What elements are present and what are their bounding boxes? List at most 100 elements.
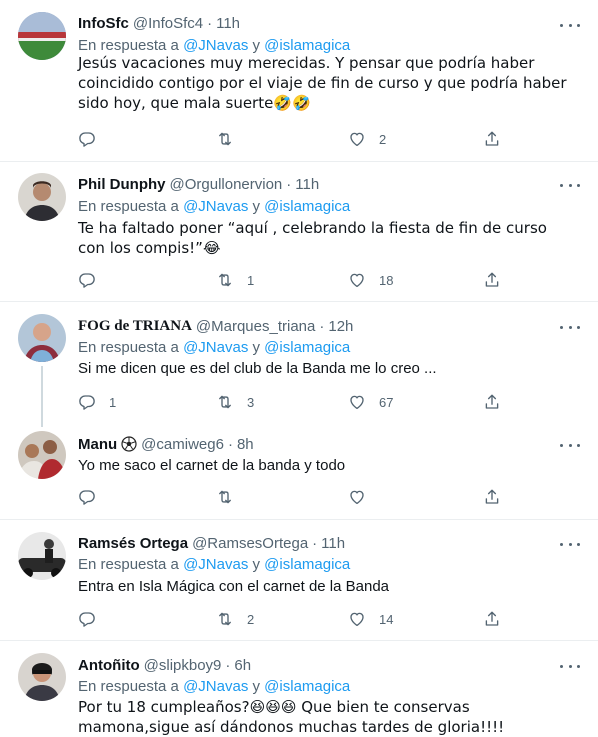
reply-prefix: En respuesta a — [78, 556, 179, 573]
like-button[interactable]: 18 — [348, 270, 393, 290]
reply-context: En respuesta a @JNavas y @islamagica — [78, 556, 350, 573]
retweet-button[interactable] — [216, 487, 247, 507]
reply-context: En respuesta a @JNavas y @islamagica — [78, 198, 350, 215]
display-name[interactable]: Antoñito — [78, 657, 140, 674]
display-name[interactable]: FOG de TRIANA — [78, 318, 192, 335]
reply-button[interactable] — [78, 487, 109, 507]
more-icon[interactable] — [560, 178, 580, 192]
mention-link[interactable]: @JNavas — [183, 556, 248, 573]
share-button[interactable] — [483, 392, 501, 412]
share-icon — [483, 610, 501, 628]
timestamp[interactable]: 11h — [216, 15, 240, 32]
like-button[interactable]: 67 — [348, 392, 393, 412]
share-button[interactable] — [483, 129, 501, 149]
share-button[interactable] — [483, 270, 501, 290]
reply-icon — [78, 393, 96, 411]
mention-link[interactable]: @islamagica — [264, 678, 350, 695]
more-icon[interactable] — [560, 320, 580, 334]
tweet[interactable]: FOG de TRIANA @Marques_triana · 12h En r… — [0, 302, 598, 427]
like-button[interactable]: 2 — [348, 129, 386, 149]
soccer-ball-icon — [121, 436, 137, 452]
avatar[interactable] — [18, 653, 66, 701]
avatar[interactable] — [18, 314, 66, 362]
mention-link[interactable]: @islamagica — [264, 556, 350, 573]
mention-link[interactable]: @islamagica — [264, 37, 350, 54]
reply-icon — [78, 488, 96, 506]
more-icon[interactable] — [560, 537, 580, 551]
avatar[interactable] — [18, 12, 66, 60]
like-button[interactable]: 14 — [348, 609, 393, 629]
retweet-button[interactable] — [216, 129, 247, 149]
tweet[interactable]: Phil Dunphy @Orgullonervion · 11h En res… — [0, 162, 598, 300]
reply-button[interactable] — [78, 270, 109, 290]
tweet[interactable]: Antoñito @slipkboy9 · 6h En respuesta a … — [0, 641, 598, 737]
user-handle[interactable]: @InfoSfc4 — [133, 15, 203, 32]
retweet-count: 1 — [247, 272, 255, 288]
avatar[interactable] — [18, 431, 66, 479]
more-icon[interactable] — [560, 18, 580, 32]
timestamp[interactable]: 11h — [295, 176, 319, 193]
display-name[interactable]: InfoSfc — [78, 15, 129, 32]
mention-link[interactable]: @JNavas — [183, 339, 248, 356]
share-icon — [483, 393, 501, 411]
user-handle[interactable]: @Marques_triana — [196, 318, 315, 335]
mention-link[interactable]: @islamagica — [264, 339, 350, 356]
and-word: y — [252, 556, 261, 573]
like-icon — [348, 610, 366, 628]
avatar[interactable] — [18, 532, 66, 580]
retweet-button[interactable]: 3 — [216, 392, 254, 412]
separator-dot: · — [312, 534, 318, 552]
tweet-text: Entra en Isla Mágica con el carnet de la… — [78, 578, 390, 595]
mention-link[interactable]: @islamagica — [264, 198, 350, 215]
share-icon — [483, 271, 501, 289]
user-handle[interactable]: @Orgullonervion — [170, 176, 283, 193]
reply-button[interactable]: 1 — [78, 392, 116, 412]
reply-icon — [78, 610, 96, 628]
tweet-text: Jesús vacaciones muy merecidas. Y pensar… — [78, 54, 567, 112]
mention-link[interactable]: @JNavas — [183, 678, 248, 695]
retweet-icon — [216, 271, 234, 289]
like-icon — [348, 488, 366, 506]
user-handle[interactable]: @camiweg6 — [141, 436, 224, 453]
user-handle[interactable]: @RamsesOrtega — [192, 535, 308, 552]
avatar[interactable] — [18, 173, 66, 221]
more-icon[interactable] — [560, 659, 580, 673]
and-word: y — [252, 339, 261, 356]
retweet-button[interactable]: 1 — [216, 270, 254, 290]
tweet[interactable]: Manu @camiweg6 · 8h Yo me saco el carnet… — [0, 427, 598, 519]
timestamp[interactable]: 8h — [237, 436, 254, 453]
timestamp[interactable]: 6h — [234, 657, 251, 674]
and-word: y — [252, 37, 261, 54]
reply-button[interactable] — [78, 609, 109, 629]
like-count: 67 — [379, 394, 394, 410]
share-button[interactable] — [483, 609, 501, 629]
retweet-icon — [216, 610, 234, 628]
mention-link[interactable]: @JNavas — [183, 198, 248, 215]
reply-context: En respuesta a @JNavas y @islamagica — [78, 37, 350, 54]
like-button[interactable] — [348, 487, 379, 507]
reply-prefix: En respuesta a — [78, 678, 179, 695]
tweet[interactable]: InfoSfc @InfoSfc4 · 11h En respuesta a @… — [0, 0, 598, 160]
like-icon — [348, 393, 366, 411]
share-button[interactable] — [483, 487, 501, 507]
reply-button[interactable] — [78, 129, 109, 149]
separator-dot: · — [207, 14, 213, 32]
display-name[interactable]: Phil Dunphy — [78, 176, 166, 193]
display-name[interactable]: Ramsés Ortega — [78, 535, 188, 552]
separator-dot: · — [225, 656, 231, 674]
timestamp[interactable]: 12h — [328, 318, 353, 335]
tweet[interactable]: Ramsés Ortega @RamsesOrtega · 11h En res… — [0, 520, 598, 640]
reply-icon — [78, 130, 96, 148]
separator-dot: · — [319, 317, 325, 335]
reply-prefix: En respuesta a — [78, 339, 179, 356]
more-icon[interactable] — [560, 438, 580, 452]
reply-context: En respuesta a @JNavas y @islamagica — [78, 339, 350, 356]
timestamp[interactable]: 11h — [321, 535, 345, 552]
display-name[interactable]: Manu — [78, 436, 117, 453]
mention-link[interactable]: @JNavas — [183, 37, 248, 54]
and-word: y — [252, 678, 261, 695]
user-handle[interactable]: @slipkboy9 — [144, 657, 222, 674]
tweet-text: Yo me saco el carnet de la banda y todo — [78, 457, 346, 474]
retweet-button[interactable]: 2 — [216, 609, 254, 629]
tweet-text: Por tu 18 cumpleaños?😆😆😆 Que bien te con… — [78, 698, 505, 736]
